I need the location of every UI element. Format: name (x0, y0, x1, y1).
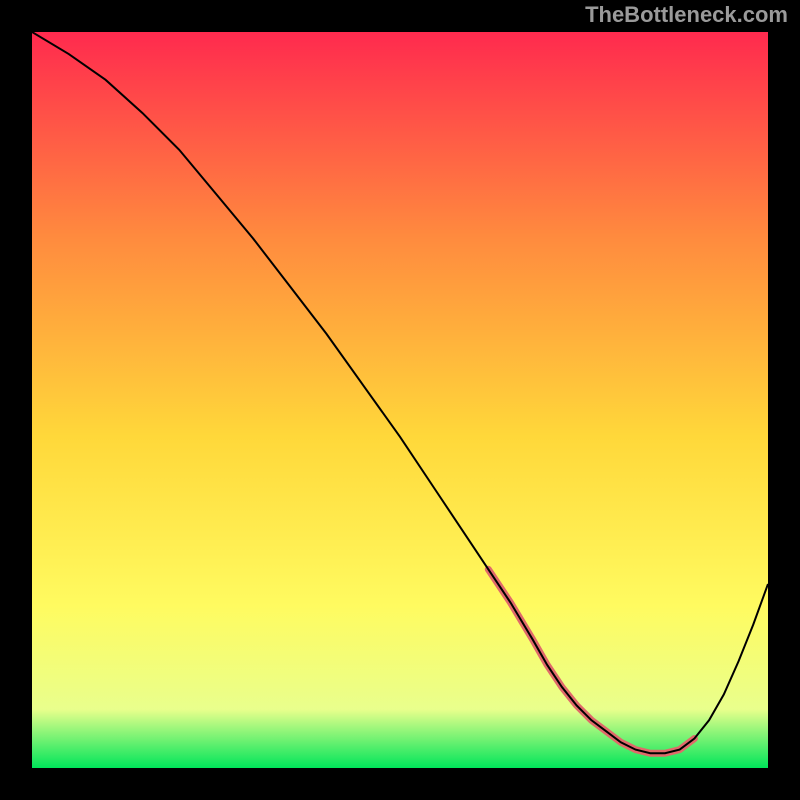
gradient-background (32, 32, 768, 768)
watermark-text: TheBottleneck.com (585, 2, 788, 28)
bottleneck-chart (32, 32, 768, 768)
chart-plot-area (32, 32, 768, 768)
